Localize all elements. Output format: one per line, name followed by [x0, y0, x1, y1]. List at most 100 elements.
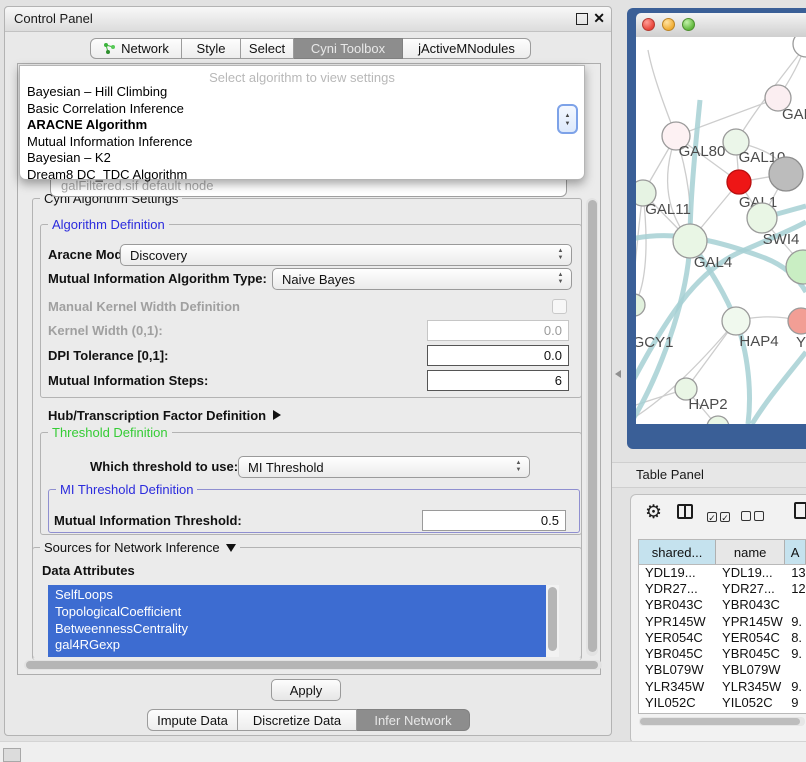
- deselect-all-checkboxes-icon[interactable]: [741, 508, 767, 526]
- table-row[interactable]: YPR145WYPR145W9.: [639, 613, 806, 629]
- attribute-item[interactable]: TopologicalCoefficient: [55, 604, 181, 619]
- network-node[interactable]: [793, 37, 806, 57]
- scrollbar-thumb[interactable]: [588, 200, 597, 652]
- algorithm-option[interactable]: Dream8 DC_TDC Algorithm: [27, 167, 187, 182]
- tab-cyni-toolbox[interactable]: Cyni Toolbox: [294, 38, 403, 59]
- combo-stepper-icon: ▲▼: [556, 272, 565, 288]
- table-row[interactable]: YBR045CYBR045C9.: [639, 645, 806, 661]
- tab-discretize-data[interactable]: Discretize Data: [238, 709, 357, 731]
- column-header[interactable]: A: [785, 540, 806, 564]
- zoom-traffic-light-icon[interactable]: [682, 18, 695, 31]
- table-row[interactable]: YBL079WYBL079W: [639, 662, 806, 678]
- node-table: shared...nameA YDL19...YDL19...13YDR27..…: [638, 539, 806, 714]
- threshold-definition-title: Threshold Definition: [48, 425, 172, 440]
- tab-network-label: Network: [121, 41, 169, 56]
- hub-definition-expander[interactable]: Hub/Transcription Factor Definition: [48, 408, 281, 423]
- table-cell: YDR27...: [716, 581, 785, 596]
- column-view-icon[interactable]: [677, 504, 693, 519]
- corner-widget-icon[interactable]: [3, 748, 21, 762]
- network-edge: [752, 352, 806, 424]
- table-cell: YBR045C: [716, 646, 785, 661]
- settings-horizontal-scrollbar[interactable]: [24, 660, 602, 670]
- table-cell: 12: [785, 581, 806, 596]
- apply-button[interactable]: Apply: [271, 679, 341, 701]
- screen: Control Panel ✕ Network Style Select Cyn…: [0, 0, 806, 762]
- attribute-list-scrollbar[interactable]: [546, 585, 559, 657]
- expand-arrow-icon: [273, 410, 281, 420]
- scrollbar-thumb[interactable]: [26, 661, 598, 669]
- table-cell: YDR27...: [639, 581, 716, 596]
- table-cell: YBL079W: [716, 662, 785, 677]
- algorithm-option[interactable]: Bayesian – K2: [27, 150, 111, 165]
- attribute-item[interactable]: SelfLoops: [55, 587, 113, 602]
- network-view-window[interactable]: GALGAL80GAL10GAL1GAL11SWI4GAL4GCY1HAP4YH…: [627, 8, 806, 449]
- table-body: YDL19...YDL19...13YDR27...YDR27...12YBR0…: [639, 564, 806, 713]
- table-cell: YDL19...: [639, 565, 716, 580]
- table-row[interactable]: YDL19...YDL19...13: [639, 564, 806, 580]
- settings-gear-icon[interactable]: ⚙: [645, 501, 662, 524]
- data-attributes-label: Data Attributes: [42, 560, 135, 582]
- mi-threshold-input[interactable]: 0.5: [422, 510, 566, 531]
- network-node[interactable]: [786, 250, 806, 284]
- control-panel-tabbar: Network Style Select Cyni Toolbox jActiv…: [90, 38, 531, 59]
- mi-algorithm-type-combo[interactable]: Naive Bayes ▲▼: [272, 268, 572, 290]
- tab-jactivemnodules[interactable]: jActiveMNodules: [403, 38, 531, 59]
- dpi-tolerance-input[interactable]: 0.0: [427, 345, 569, 366]
- minimize-traffic-light-icon[interactable]: [662, 18, 675, 31]
- tab-network[interactable]: Network: [90, 38, 182, 59]
- table-panel-title: Table Panel: [636, 467, 704, 482]
- table-horizontal-scrollbar[interactable]: [639, 717, 805, 726]
- kernel-width-input[interactable]: 0.0: [427, 320, 569, 341]
- tab-infer-network[interactable]: Infer Network: [357, 709, 470, 731]
- network-node-gcy1[interactable]: [636, 294, 645, 316]
- manual-kernel-width-checkbox[interactable]: [552, 299, 567, 314]
- algorithm-option[interactable]: Bayesian – Hill Climbing: [27, 84, 167, 99]
- algorithm-option[interactable]: Basic Correlation Inference: [27, 101, 184, 116]
- dpi-tolerance-label: DPI Tolerance [0,1]:: [48, 345, 168, 367]
- which-threshold-combo[interactable]: MI Threshold ▲▼: [238, 456, 530, 478]
- network-node-hap4[interactable]: [722, 307, 750, 335]
- control-panel-title: Control Panel: [14, 11, 93, 26]
- column-header[interactable]: shared...: [639, 540, 716, 564]
- column-header[interactable]: name: [716, 540, 785, 564]
- aracne-mode-combo[interactable]: Discovery ▲▼: [120, 244, 572, 266]
- float-window-icon[interactable]: [576, 13, 588, 25]
- attribute-item[interactable]: gal4RGexp: [55, 637, 120, 652]
- network-node-swi4[interactable]: [747, 203, 777, 233]
- table-row[interactable]: YLR345WYLR345W9.: [639, 678, 806, 694]
- data-attributes-list[interactable]: SelfLoops TopologicalCoefficient Betweenne…: [48, 585, 559, 657]
- algorithm-combo-stepper[interactable]: ▲▼: [557, 104, 578, 134]
- sources-title[interactable]: Sources for Network Inference: [40, 540, 240, 555]
- combo-stepper-icon: ▲▼: [514, 460, 523, 476]
- select-all-checkboxes-icon[interactable]: ✓✓: [707, 508, 733, 526]
- tab-impute-data[interactable]: Impute Data: [147, 709, 238, 731]
- network-canvas[interactable]: GALGAL80GAL10GAL1GAL11SWI4GAL4GCY1HAP4YH…: [636, 37, 806, 424]
- scrollbar-thumb[interactable]: [640, 718, 800, 725]
- network-icon: [103, 42, 116, 55]
- attribute-item[interactable]: BetweennessCentrality: [55, 621, 188, 636]
- panel-splitter-arrow[interactable]: [615, 370, 621, 378]
- network-node-y[interactable]: [788, 308, 806, 334]
- tab-select[interactable]: Select: [241, 38, 294, 59]
- algorithm-option[interactable]: Mutual Information Inference: [27, 134, 192, 149]
- table-row[interactable]: YBR043CYBR043C: [639, 597, 806, 613]
- table-row[interactable]: YIL052CYIL052C9: [639, 694, 806, 710]
- scrollbar-thumb[interactable]: [548, 587, 557, 651]
- network-node[interactable]: [769, 157, 803, 191]
- close-icon[interactable]: ✕: [593, 10, 605, 27]
- table-cell: YBR043C: [639, 597, 716, 612]
- which-threshold-label: Which threshold to use:: [90, 456, 238, 478]
- close-traffic-light-icon[interactable]: [642, 18, 655, 31]
- tab-style[interactable]: Style: [182, 38, 241, 59]
- network-node-gal1[interactable]: [727, 170, 751, 194]
- settings-vertical-scrollbar[interactable]: [586, 198, 598, 656]
- algorithm-option[interactable]: ARACNE Algorithm: [27, 117, 147, 132]
- function-builder-icon[interactable]: [794, 502, 806, 519]
- table-row[interactable]: YER054CYER054C8.: [639, 629, 806, 645]
- network-node-gal4[interactable]: [673, 224, 707, 258]
- mi-steps-input[interactable]: 6: [427, 370, 569, 391]
- table-row[interactable]: YDR27...YDR27...12: [639, 580, 806, 596]
- table-cell: 13: [785, 565, 806, 580]
- network-node-label: SWI4: [763, 231, 800, 248]
- network-svg: GALGAL80GAL10GAL1GAL11SWI4GAL4GCY1HAP4YH…: [636, 37, 806, 424]
